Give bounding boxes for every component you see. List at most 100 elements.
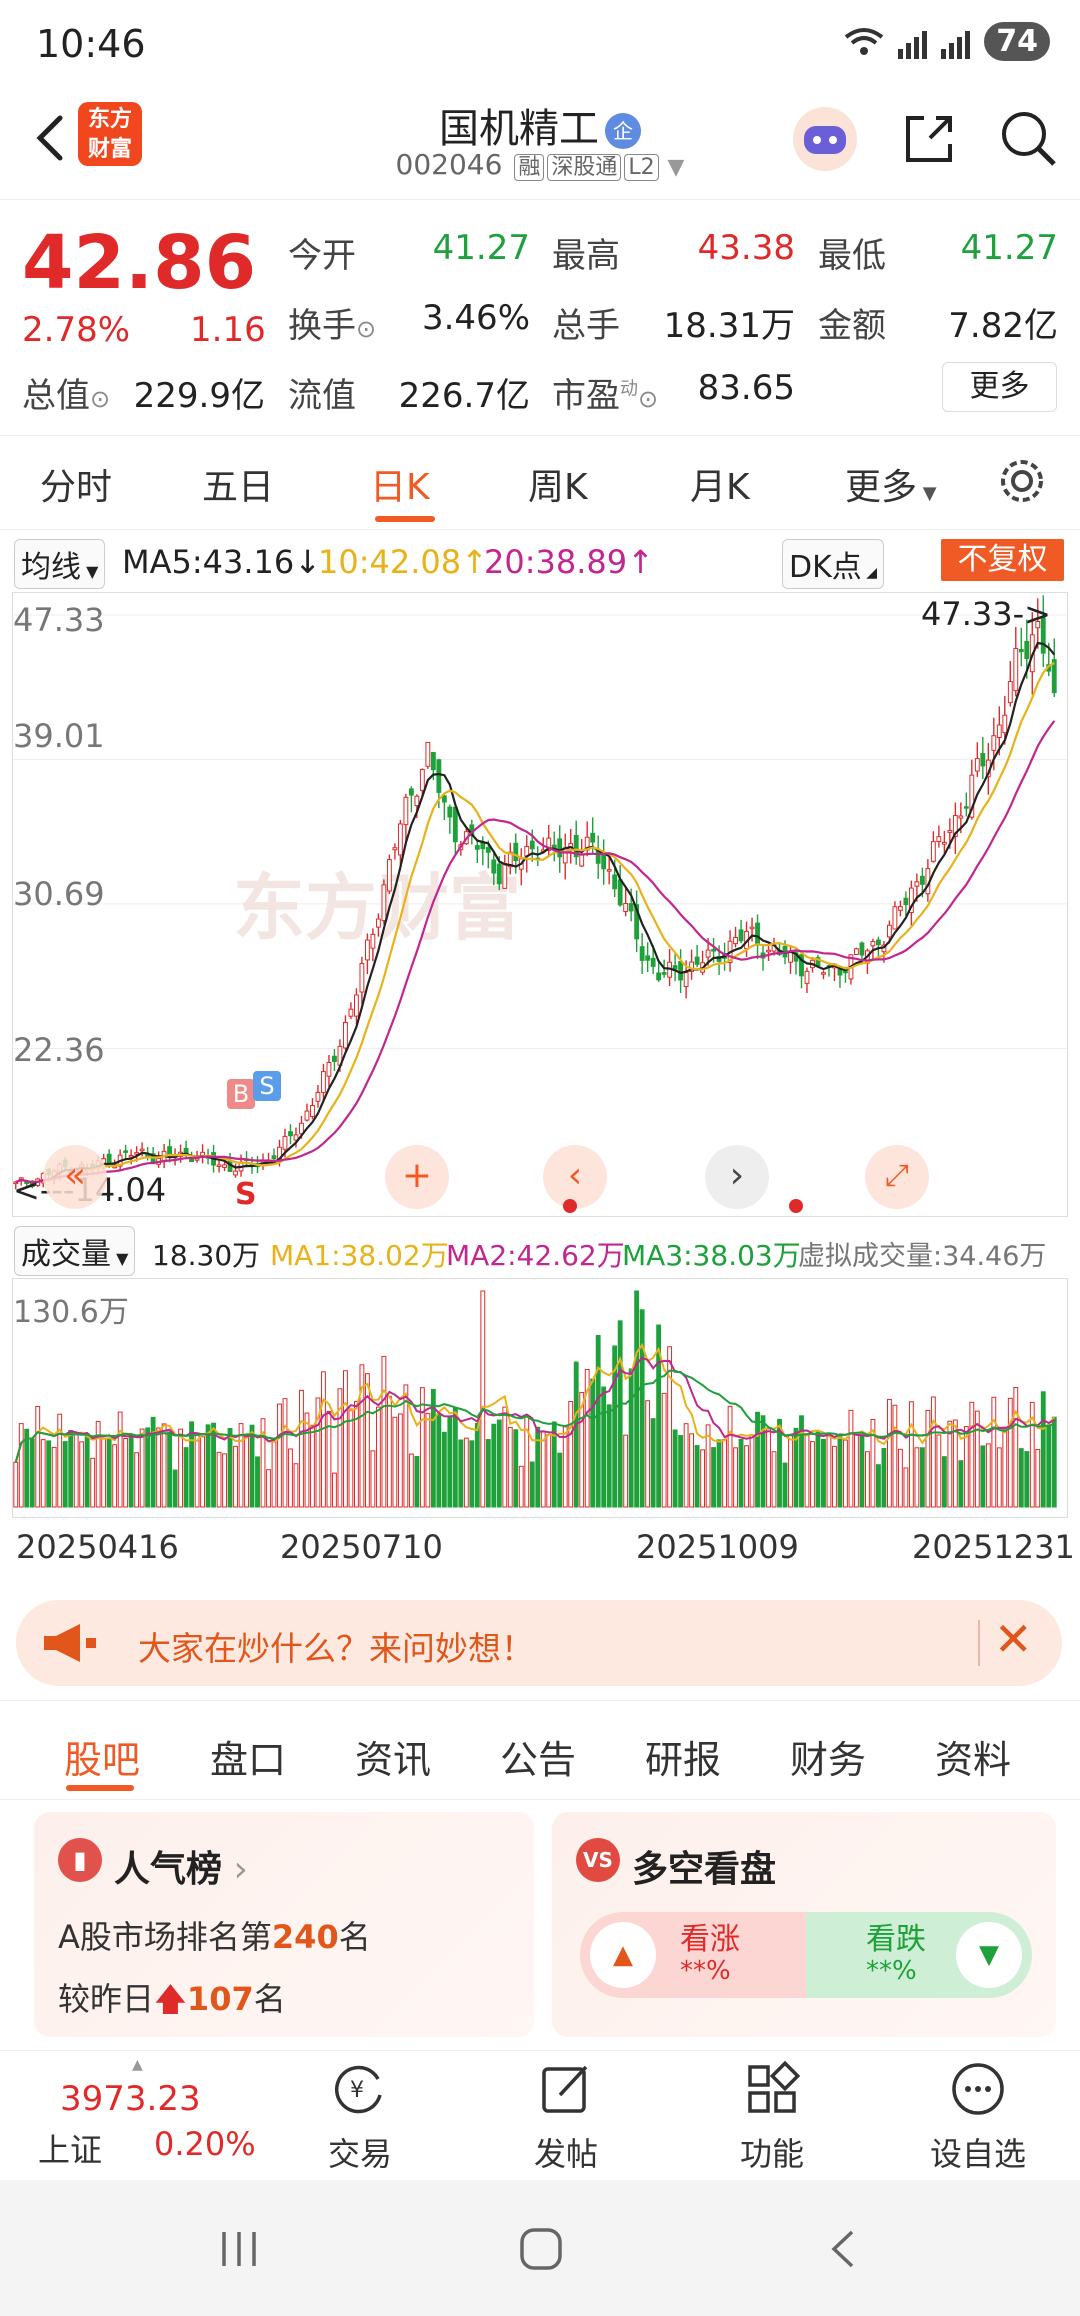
index-value: 3973.23 (60, 2079, 201, 2119)
volume-chart[interactable]: 130.6万 (12, 1278, 1068, 1518)
tab-profile[interactable]: 资料 (935, 1729, 1011, 1784)
nav-functions[interactable]: 功能 (712, 2059, 832, 2175)
tab-news[interactable]: 资讯 (355, 1729, 431, 1784)
delta-suffix: 名 (253, 1980, 286, 2018)
ma-selector[interactable]: 均线 ▼ (14, 539, 106, 589)
volume-bar (348, 1408, 354, 1508)
candle-body (529, 840, 535, 850)
candle-body (903, 897, 909, 906)
volume-selector[interactable]: 成交量 ▼ (14, 1226, 136, 1276)
fast-back-icon[interactable]: « (43, 1145, 107, 1209)
vol-ma3: MA3:38.03万 (622, 1239, 801, 1272)
tab-intraday[interactable]: 分时 (40, 458, 112, 510)
more-button[interactable]: 更多 (942, 362, 1057, 412)
candlestick-svg: 东方财富 (13, 595, 1067, 1190)
tab-5day[interactable]: 五日 (202, 458, 274, 510)
zoom-in-icon[interactable]: + (385, 1145, 449, 1209)
nav-add-watchlist[interactable]: 设自选 (918, 2059, 1038, 2175)
buy-marker[interactable]: B (227, 1079, 255, 1109)
ai-banner[interactable]: 大家在炒什么？来问妙想！ ✕ (16, 1600, 1062, 1686)
volume-bar (293, 1463, 299, 1508)
tab-guba[interactable]: 股吧 (64, 1729, 140, 1784)
candle-body (343, 1021, 348, 1049)
volume-bar (738, 1439, 744, 1508)
tab-more[interactable]: 更多 ▼ (845, 458, 937, 510)
tab-weekly-k[interactable]: 周K (528, 458, 588, 510)
volume-bar (1018, 1448, 1024, 1508)
ma-selector-label: 均线 (21, 550, 81, 585)
stock-header: 东方 财富 国机精工企 002046 融深股通 L2 ▼ (0, 90, 1080, 200)
dk-point-selector[interactable]: DK点 ◢ (782, 539, 884, 589)
volume-bar (73, 1434, 79, 1508)
close-icon[interactable]: ✕ (994, 1612, 1033, 1666)
volume-bar (117, 1411, 123, 1508)
volume-bar (332, 1472, 337, 1508)
prev-icon[interactable]: ‹ (543, 1145, 607, 1209)
volume-bar (854, 1433, 859, 1508)
tab-finance[interactable]: 财务 (790, 1729, 866, 1784)
candle-body (941, 841, 947, 845)
volume-bar (1007, 1397, 1013, 1508)
candle-body (694, 956, 700, 965)
sell-marker[interactable]: S (253, 1071, 281, 1101)
arrow-up-icon: 🡅 (154, 1980, 187, 2018)
volume-bar (645, 1400, 651, 1508)
candle-body (606, 869, 612, 872)
x-axis-dates: 20250416 20250710 20251009 20251231 (0, 1520, 1080, 1570)
candle-body (139, 1148, 145, 1152)
virtual-volume: 虚拟成交量:34.46万 (798, 1241, 1047, 1272)
bear-value: **% (866, 1956, 917, 1986)
bear-button[interactable]: 看跌 **% ▼ (806, 1912, 1032, 1998)
tab-orderbook[interactable]: 盘口 (210, 1729, 286, 1784)
nav-trade[interactable]: ¥ 交易 (300, 2059, 420, 2175)
popularity-card[interactable]: ▮ 人气榜 › A股市场排名第240名 较昨日🡅107名 (34, 1812, 534, 2037)
search-icon[interactable] (994, 104, 1064, 174)
home-icon[interactable] (516, 2224, 566, 2274)
date-label-3: 20251009 (636, 1528, 799, 1566)
tab-monthly-k[interactable]: 月K (690, 458, 750, 510)
adjust-button[interactable]: 不复权 (941, 539, 1064, 581)
recent-apps-icon[interactable] (214, 2224, 264, 2274)
volume-bar (480, 1290, 486, 1508)
volume-bar (392, 1416, 398, 1508)
candle-body (216, 1164, 222, 1167)
index-widget[interactable]: ▲ 3973.23 上证 0.20% (20, 2057, 260, 2177)
share-icon[interactable] (894, 104, 964, 174)
pe-label[interactable]: 市盈动⊙ (552, 368, 658, 417)
candle-body (447, 806, 453, 818)
candle-body (919, 875, 925, 885)
turnover-label[interactable]: 换手⊙ (288, 298, 376, 347)
ma20-text: 20:38.89 (484, 543, 628, 581)
volume-bar (886, 1398, 892, 1508)
candle-body (991, 735, 997, 751)
tag-connect: 深股通 (547, 154, 622, 181)
volume-bar (288, 1448, 293, 1508)
volume-bar (200, 1436, 205, 1508)
candle-body (875, 939, 881, 946)
tab-announcements[interactable]: 公告 (500, 1729, 576, 1784)
nav-post[interactable]: 发帖 (506, 2059, 626, 2175)
robot-assistant-icon[interactable] (790, 104, 860, 174)
candle-body (590, 832, 596, 843)
next-icon[interactable]: › (705, 1145, 769, 1209)
edit-icon (542, 2065, 588, 2113)
candle-body (397, 823, 403, 856)
tab-daily-k[interactable]: 日K (370, 458, 430, 510)
banner-divider (978, 1620, 980, 1666)
candle-body (711, 949, 717, 952)
expand-icon[interactable]: ⤢ (865, 1145, 929, 1209)
volume-bar (881, 1447, 887, 1508)
candlestick-chart[interactable]: 东方财富 47.33 39.01 30.69 22.36 47.33-> <--… (12, 592, 1068, 1217)
bull-button[interactable]: ▲ 看涨 **% (580, 1912, 806, 1998)
tab-research[interactable]: 研报 (645, 1729, 721, 1784)
sentiment-card[interactable]: VS 多空看盘 ▲ 看涨 **% 看跌 **% ▼ (552, 1812, 1056, 2037)
rank-value: 240 (271, 1918, 339, 1956)
mktcap-label[interactable]: 总值⊙ (22, 368, 110, 417)
system-back-icon[interactable] (820, 2224, 870, 2274)
candle-body (403, 796, 409, 826)
volume-bar (35, 1405, 41, 1508)
gear-icon[interactable] (995, 454, 1049, 508)
volume-bar (1002, 1426, 1008, 1508)
date-label-4: 20251231 (912, 1528, 1075, 1566)
volume-bar (1046, 1424, 1052, 1508)
